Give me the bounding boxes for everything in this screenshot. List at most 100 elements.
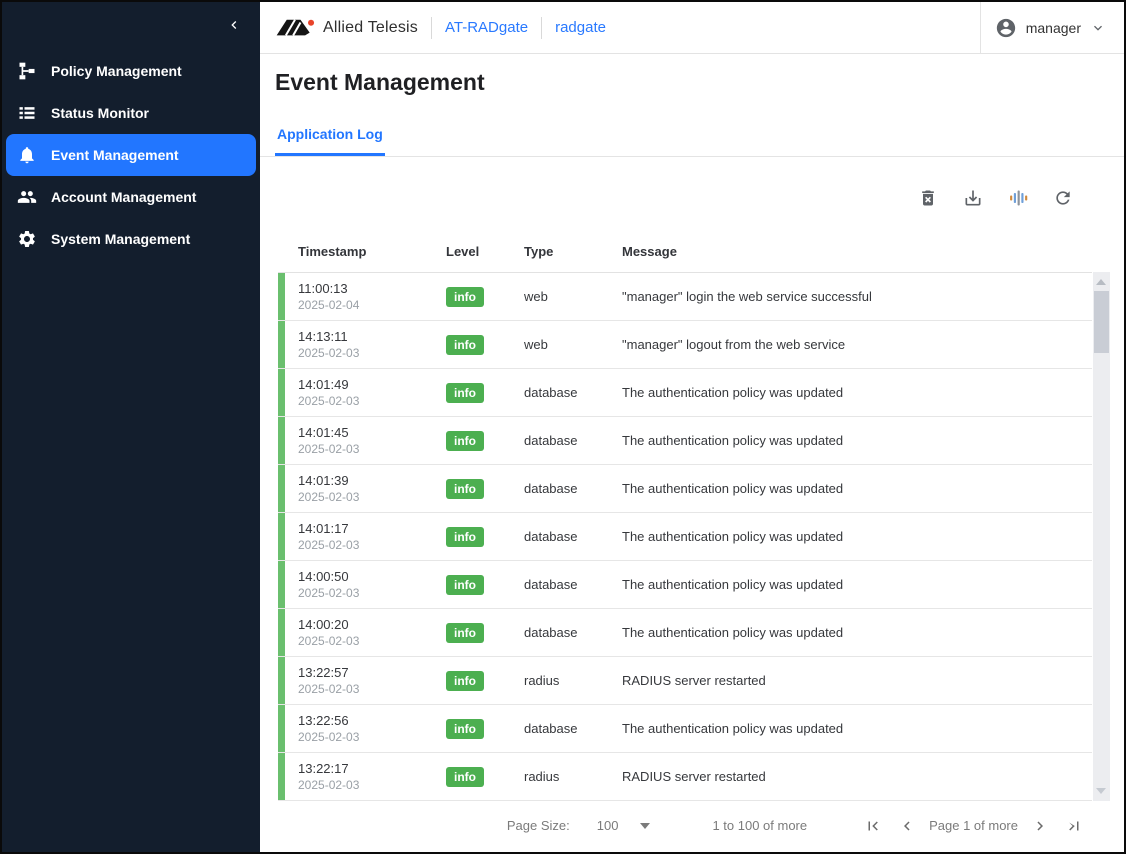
table-row[interactable]: 14:00:50 2025-02-03 info database The au… [278, 561, 1092, 609]
row-level-bar [278, 561, 285, 608]
gear-icon [16, 228, 38, 250]
table-row[interactable]: 13:22:57 2025-02-03 info radius RADIUS s… [278, 657, 1092, 705]
table-row[interactable]: 14:01:17 2025-02-03 info database The au… [278, 513, 1092, 561]
column-header-level[interactable]: Level [446, 244, 524, 259]
row-level-bar [278, 465, 285, 512]
refresh-icon [1053, 188, 1073, 208]
previous-page-button[interactable] [897, 816, 917, 836]
page-title: Event Management [275, 69, 1124, 96]
sidebar-item-status-monitor[interactable]: Status Monitor [6, 92, 256, 134]
cell-level: info [446, 287, 524, 307]
user-name: manager [1026, 20, 1081, 36]
cell-type: database [524, 721, 622, 736]
row-level-bar [278, 513, 285, 560]
table-row[interactable]: 14:01:49 2025-02-03 info database The au… [278, 369, 1092, 417]
cell-type: database [524, 625, 622, 640]
row-level-bar [278, 609, 285, 656]
timestamp-date: 2025-02-03 [298, 393, 446, 409]
table-row[interactable]: 14:00:20 2025-02-03 info database The au… [278, 609, 1092, 657]
level-badge: info [446, 623, 484, 643]
cell-timestamp: 13:22:17 2025-02-03 [278, 760, 446, 794]
level-filter-button[interactable] [1008, 188, 1028, 208]
level-badge: info [446, 383, 484, 403]
timestamp-date: 2025-02-04 [298, 297, 446, 313]
timestamp-time: 14:01:17 [298, 520, 446, 538]
row-level-bar [278, 657, 285, 704]
cell-type: web [524, 289, 622, 304]
brand: Allied Telesis [274, 17, 418, 39]
topbar-divider [431, 17, 432, 39]
table-row[interactable]: 14:01:45 2025-02-03 info database The au… [278, 417, 1092, 465]
table-row[interactable]: 13:22:17 2025-02-03 info radius RADIUS s… [278, 753, 1092, 801]
user-menu-button[interactable]: manager [980, 2, 1124, 53]
timestamp-date: 2025-02-03 [298, 585, 446, 601]
site-link[interactable]: radgate [555, 19, 606, 36]
table-row[interactable]: 11:00:13 2025-02-04 info web "manager" l… [278, 273, 1092, 321]
app-window: Policy Management Status Monitor [0, 0, 1126, 854]
page-size-label: Page Size: [507, 818, 570, 833]
column-header-message[interactable]: Message [622, 244, 1110, 259]
cell-timestamp: 13:22:56 2025-02-03 [278, 712, 446, 746]
cell-type: radius [524, 673, 622, 688]
row-level-bar [278, 417, 285, 464]
table-row[interactable]: 14:13:11 2025-02-03 info web "manager" l… [278, 321, 1092, 369]
chevron-down-icon [1090, 20, 1106, 36]
timestamp-time: 14:13:11 [298, 328, 446, 346]
level-badge: info [446, 767, 484, 787]
sidebar-item-label: System Management [51, 231, 190, 247]
column-header-type[interactable]: Type [524, 244, 622, 259]
scroll-up-arrow-icon[interactable] [1096, 279, 1106, 285]
cell-message: The authentication policy was updated [622, 625, 1092, 640]
timestamp-time: 14:00:20 [298, 616, 446, 634]
clear-log-button[interactable] [918, 188, 938, 208]
table-row[interactable]: 13:22:56 2025-02-03 info database The au… [278, 705, 1092, 753]
cell-timestamp: 13:22:57 2025-02-03 [278, 664, 446, 698]
download-icon [963, 188, 983, 208]
sidebar-item-system-management[interactable]: System Management [6, 218, 256, 260]
last-page-icon [1065, 817, 1083, 835]
graphic-eq-icon [1008, 188, 1028, 208]
cell-message: RADIUS server restarted [622, 769, 1092, 784]
vertical-scrollbar[interactable] [1093, 272, 1110, 801]
cell-message: "manager" login the web service successf… [622, 289, 1092, 304]
delete-forever-icon [918, 188, 938, 208]
cell-message: The authentication policy was updated [622, 481, 1092, 496]
sidebar-item-account-management[interactable]: Account Management [6, 176, 256, 218]
timestamp-date: 2025-02-03 [298, 441, 446, 457]
policy-schema-icon [16, 60, 38, 82]
timestamp-date: 2025-02-03 [298, 681, 446, 697]
tab-application-log[interactable]: Application Log [275, 126, 385, 156]
product-link[interactable]: AT-RADgate [445, 19, 528, 36]
column-header-timestamp[interactable]: Timestamp [278, 244, 446, 259]
level-badge: info [446, 527, 484, 547]
last-page-button[interactable] [1064, 816, 1084, 836]
cell-type: database [524, 577, 622, 592]
row-level-bar [278, 273, 285, 320]
scroll-down-arrow-icon[interactable] [1096, 788, 1106, 794]
cell-level: info [446, 335, 524, 355]
allied-telesis-logo-icon [274, 17, 316, 39]
timestamp-time: 14:01:49 [298, 376, 446, 394]
cell-timestamp: 14:13:11 2025-02-03 [278, 328, 446, 362]
next-page-button[interactable] [1030, 816, 1050, 836]
cell-timestamp: 14:00:50 2025-02-03 [278, 568, 446, 602]
sidebar-item-label: Event Management [51, 147, 179, 163]
sidebar-collapse-button[interactable] [222, 13, 246, 37]
main-area: Allied Telesis AT-RADgate radgate manage… [260, 2, 1124, 852]
refresh-button[interactable] [1053, 188, 1073, 208]
first-page-button[interactable] [863, 816, 883, 836]
brand-name: Allied Telesis [323, 19, 418, 37]
timestamp-date: 2025-02-03 [298, 633, 446, 649]
table-row[interactable]: 14:01:39 2025-02-03 info database The au… [278, 465, 1092, 513]
cell-message: The authentication policy was updated [622, 529, 1092, 544]
sidebar-item-event-management[interactable]: Event Management [6, 134, 256, 176]
page-size-dropdown-icon[interactable] [640, 823, 650, 829]
scrollbar-thumb[interactable] [1094, 291, 1109, 353]
page-size-value[interactable]: 100 [597, 818, 619, 833]
sidebar: Policy Management Status Monitor [2, 2, 260, 852]
cell-type: database [524, 481, 622, 496]
download-button[interactable] [963, 188, 983, 208]
cell-level: info [446, 719, 524, 739]
cell-level: info [446, 575, 524, 595]
sidebar-item-policy-management[interactable]: Policy Management [6, 50, 256, 92]
